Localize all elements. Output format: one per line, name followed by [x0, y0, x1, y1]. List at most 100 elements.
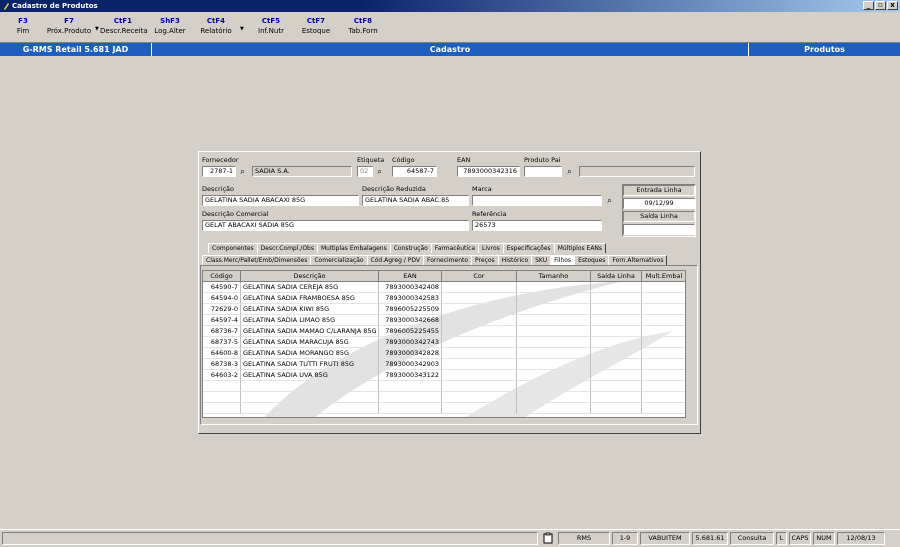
table-cell[interactable]	[591, 392, 642, 403]
tab-fornecimento[interactable]: Fornecimento	[422, 255, 473, 265]
tab-farmaceutica[interactable]: Farmacêutica	[430, 243, 480, 253]
toolbar-tab-forn-button[interactable]: CtF8 Tab.Forn	[345, 16, 381, 37]
table-cell[interactable]	[442, 403, 517, 414]
table-cell[interactable]	[591, 370, 642, 381]
table-cell[interactable]: 64600-8	[203, 348, 241, 359]
table-cell[interactable]	[642, 381, 685, 392]
table-cell[interactable]: 7893000342583	[379, 293, 442, 304]
table-cell[interactable]	[517, 348, 591, 359]
table-cell[interactable]	[442, 304, 517, 315]
table-cell[interactable]	[642, 315, 685, 326]
tab-historico[interactable]: Histórico	[497, 255, 533, 265]
table-cell[interactable]: 7893000342408	[379, 282, 442, 293]
tab-multiplas-embalagens[interactable]: Multiplas Embalagens	[316, 243, 391, 253]
table-cell[interactable]: 64597-4	[203, 315, 241, 326]
fornecedor-code-field[interactable]: 2787-1	[202, 166, 236, 177]
table-cell[interactable]	[379, 403, 442, 414]
table-cell[interactable]: 7893000342743	[379, 337, 442, 348]
descricao-field[interactable]: GELATINA SADIA ABACAXI 85G	[202, 195, 359, 206]
table-cell[interactable]	[203, 403, 241, 414]
table-cell[interactable]	[642, 403, 685, 414]
tab-cod-agreg-pdv[interactable]: Cód.Agreg / PDV	[366, 255, 424, 265]
table-cell[interactable]	[241, 392, 379, 403]
table-cell[interactable]	[591, 315, 642, 326]
tab-precos[interactable]: Preços	[471, 255, 499, 265]
tab-componentes[interactable]: Componentes	[208, 243, 258, 253]
close-button[interactable]: x	[887, 1, 898, 10]
column-header[interactable]: Saída Linha	[591, 271, 642, 282]
table-cell[interactable]	[442, 326, 517, 337]
tab-sku[interactable]: SKU	[531, 255, 552, 265]
tab-estoques[interactable]: Estoques	[574, 255, 610, 265]
table-cell[interactable]: 7893000342903	[379, 359, 442, 370]
toolbar-log-alter-button[interactable]: ShF3 Log.Alter	[153, 16, 187, 37]
toolbar-fim-button[interactable]: F3 Fim	[10, 16, 36, 37]
filhos-table[interactable]: Código Descrição EAN Cor Tamanho Saída Linha M…	[202, 270, 686, 418]
table-cell[interactable]	[517, 370, 591, 381]
table-cell[interactable]	[591, 337, 642, 348]
ean-field[interactable]: 7893000342316	[457, 166, 520, 177]
column-header[interactable]: Código	[203, 271, 241, 282]
minimize-button[interactable]: _	[863, 1, 874, 10]
clipboard-icon[interactable]	[542, 532, 554, 544]
table-cell[interactable]	[642, 392, 685, 403]
table-cell[interactable]	[442, 359, 517, 370]
tab-filhos[interactable]: Filhos	[550, 255, 576, 265]
toolbar-relatorio-button[interactable]: CtF4 Relatório ▼	[198, 16, 243, 37]
table-cell[interactable]	[642, 337, 685, 348]
produto-pai-field[interactable]	[524, 166, 562, 177]
table-cell[interactable]	[442, 282, 517, 293]
tab-class-merc[interactable]: Class.Merc/Pallet/Emb/Dimensões	[202, 255, 312, 265]
table-cell[interactable]	[517, 304, 591, 315]
dropdown-arrow-icon[interactable]: ▼	[95, 26, 99, 32]
toolbar-proximo-produto-button[interactable]: F7 Próx.Produto ▼	[45, 16, 99, 37]
tab-construcao[interactable]: Construção	[389, 243, 432, 253]
table-cell[interactable]: 64603-2	[203, 370, 241, 381]
table-cell[interactable]	[517, 282, 591, 293]
marca-binoculars-icon[interactable]: ⌕	[604, 195, 615, 206]
table-cell[interactable]: 64590-7	[203, 282, 241, 293]
descricao-reduzida-field[interactable]: GELATINA SADIA ABAC.85	[362, 195, 469, 206]
toolbar-estoque-button[interactable]: CtF7 Estoque	[300, 16, 332, 37]
table-cell[interactable]	[642, 370, 685, 381]
tab-especificacoes[interactable]: Especificações	[502, 243, 555, 253]
table-cell[interactable]	[642, 359, 685, 370]
referencia-field[interactable]: 26573	[472, 220, 602, 231]
table-cell[interactable]: GELATINA SADIA CEREJA 85G	[241, 282, 379, 293]
table-cell[interactable]	[442, 337, 517, 348]
table-cell[interactable]	[642, 282, 685, 293]
table-cell[interactable]: 68738-3	[203, 359, 241, 370]
descricao-comercial-field[interactable]: GELAT ABACAXI SADIA 85G	[202, 220, 469, 231]
etiqueta-field[interactable]: 02	[357, 166, 373, 177]
table-cell[interactable]	[379, 381, 442, 392]
table-cell[interactable]: 7893000343122	[379, 370, 442, 381]
table-cell[interactable]	[642, 326, 685, 337]
table-cell[interactable]: 7893000342828	[379, 348, 442, 359]
table-cell[interactable]	[642, 304, 685, 315]
table-cell[interactable]: GELATINA SADIA FRAMBOESA 85G	[241, 293, 379, 304]
toolbar-inf-nutr-button[interactable]: CtF5 Inf.Nutr	[254, 16, 288, 37]
table-cell[interactable]	[517, 337, 591, 348]
table-cell[interactable]	[517, 359, 591, 370]
table-cell[interactable]	[442, 348, 517, 359]
table-cell[interactable]: 7896005225455	[379, 326, 442, 337]
table-cell[interactable]	[642, 293, 685, 304]
column-header[interactable]: EAN	[379, 271, 442, 282]
marca-field[interactable]	[472, 195, 602, 206]
table-cell[interactable]: GELATINA SADIA UVA 85G	[241, 370, 379, 381]
table-cell[interactable]: GELATINA SADIA KIWI 85G	[241, 304, 379, 315]
column-header[interactable]: Cor	[442, 271, 517, 282]
table-cell[interactable]: 72629-0	[203, 304, 241, 315]
table-cell[interactable]	[517, 392, 591, 403]
column-header[interactable]: Tamanho	[517, 271, 591, 282]
table-cell[interactable]	[591, 293, 642, 304]
tab-comercializacao[interactable]: Comercialização	[310, 255, 368, 265]
codigo-field[interactable]: 64587-7	[392, 166, 437, 177]
table-cell[interactable]	[591, 359, 642, 370]
saida-linha-field[interactable]	[623, 224, 695, 235]
table-cell[interactable]	[591, 326, 642, 337]
tab-multiplos-eans[interactable]: Múltiplos EANs	[553, 243, 607, 253]
table-cell[interactable]: 64594-0	[203, 293, 241, 304]
table-cell[interactable]	[241, 381, 379, 392]
table-cell[interactable]: GELATINA SADIA MARACUJA 85G	[241, 337, 379, 348]
